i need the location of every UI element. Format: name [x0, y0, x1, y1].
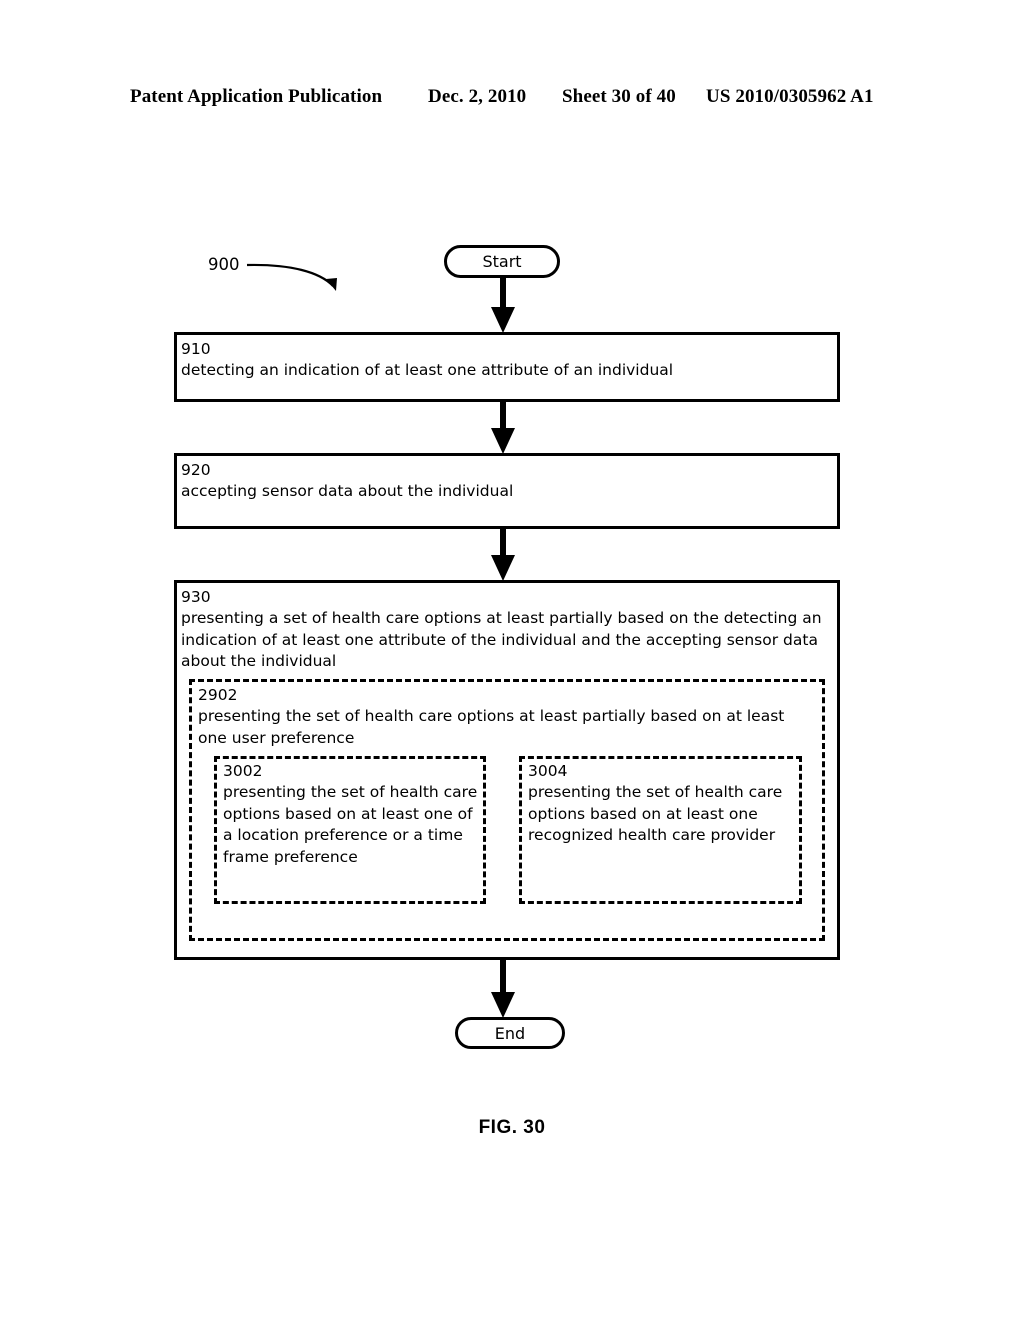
process-box-930[interactable]: 930 presenting a set of health care opti…	[174, 580, 840, 960]
box-3004-text: presenting the set of health care option…	[528, 783, 783, 844]
optional-box-3002[interactable]: 3002 presenting the set of health care o…	[214, 756, 486, 904]
box-910-text: detecting an indication of at least one …	[181, 361, 674, 379]
box-3002-text: presenting the set of health care option…	[223, 783, 478, 866]
optional-box-2902[interactable]: 2902 presenting the set of health care o…	[189, 679, 825, 941]
box-930-text: presenting a set of health care options …	[181, 609, 822, 670]
figure-caption: FIG. 30	[478, 1117, 546, 1138]
end-terminator[interactable]: End	[455, 1017, 565, 1049]
box-910-number: 910	[181, 340, 211, 358]
optional-box-3004[interactable]: 3004 presenting the set of health care o…	[519, 756, 802, 904]
end-label: End	[494, 1023, 526, 1043]
box-3002-number: 3002	[223, 762, 263, 780]
box-3004-number: 3004	[528, 762, 568, 780]
process-box-920[interactable]: 920 accepting sensor data about the indi…	[174, 453, 840, 529]
start-label: Start	[482, 252, 522, 271]
reference-numeral-900: 900	[208, 255, 240, 274]
box-2902-number: 2902	[198, 686, 238, 704]
box-2902-text: presenting the set of health care option…	[198, 707, 785, 747]
box-920-number: 920	[181, 461, 211, 479]
process-box-910[interactable]: 910 detecting an indication of at least …	[174, 332, 840, 402]
box-930-number: 930	[181, 588, 211, 606]
start-terminator[interactable]: Start	[444, 245, 560, 278]
box-920-text: accepting sensor data about the individu…	[181, 482, 514, 500]
